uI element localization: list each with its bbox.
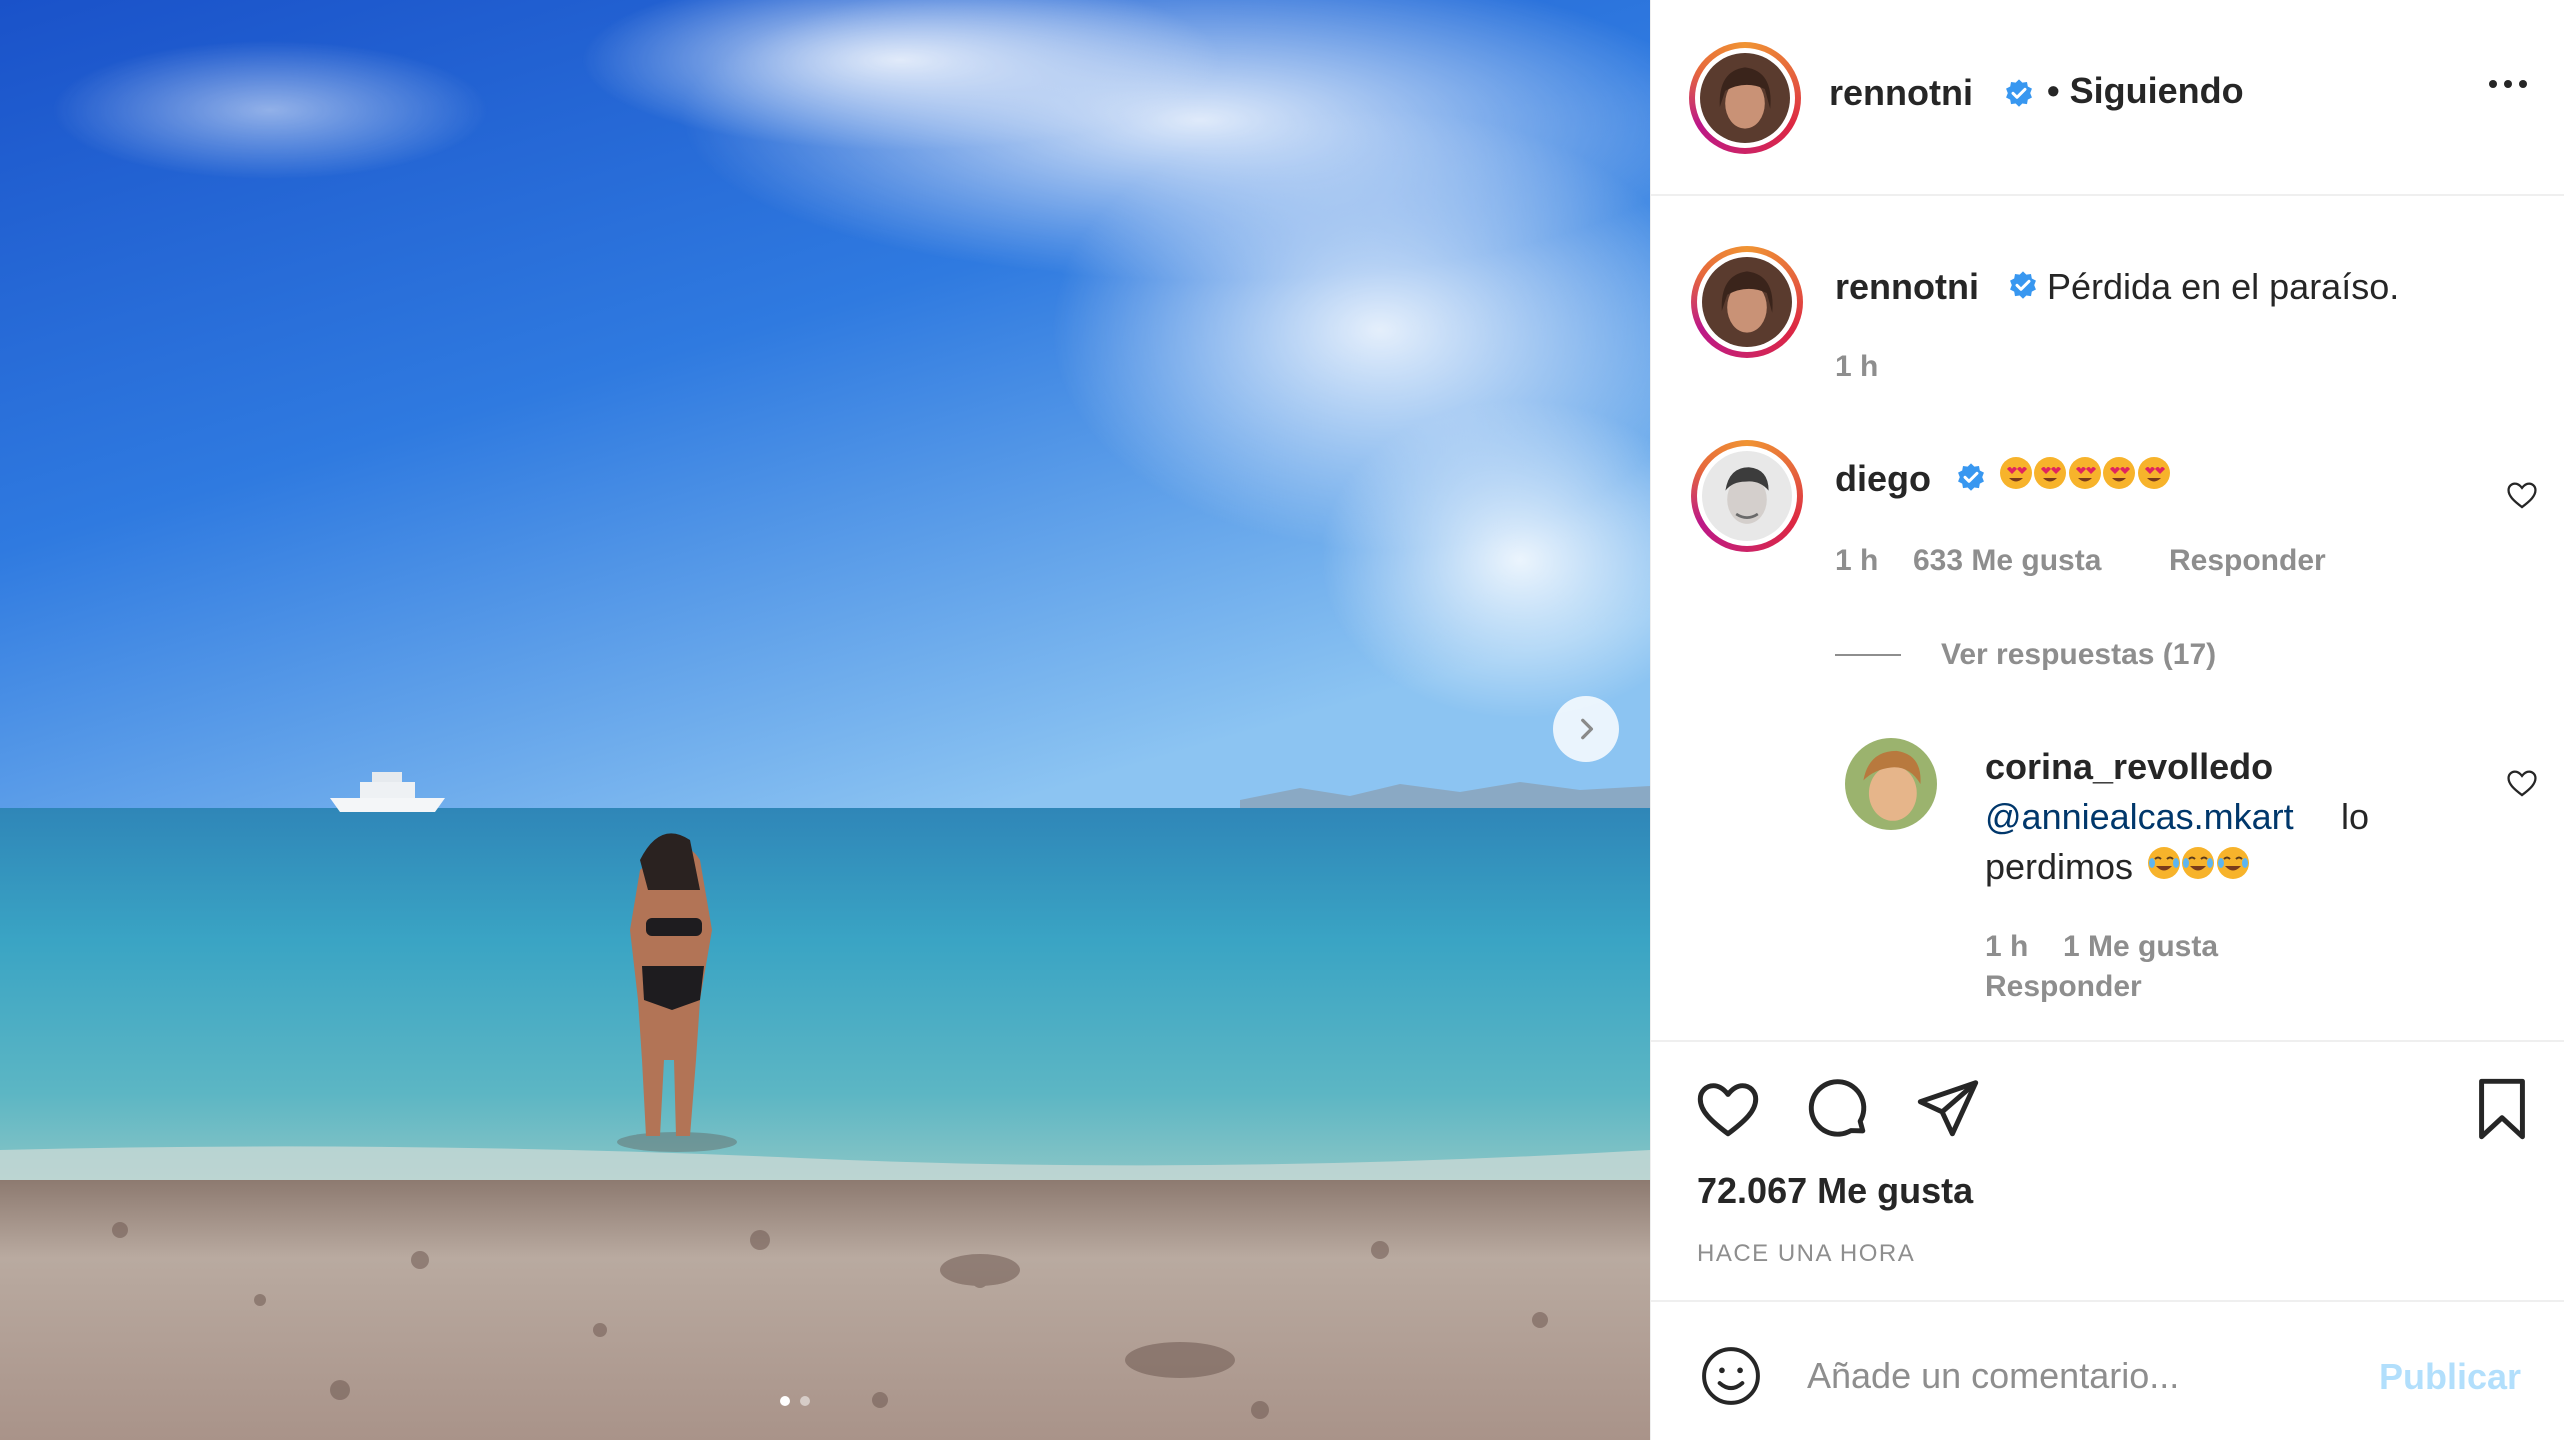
- heart-eyes-emoji: [2068, 457, 2101, 489]
- author-avatar-image: [1700, 53, 1790, 143]
- add-comment-input[interactable]: [1807, 1346, 2367, 1406]
- actions-divider: [1651, 1040, 2564, 1042]
- carousel-next-button[interactable]: [1553, 696, 1619, 762]
- reply-reply-button[interactable]: Responder: [1985, 970, 2142, 1004]
- comment-avatar-image: [1702, 451, 1792, 541]
- carousel-dot: [800, 1396, 810, 1406]
- bookmark-icon[interactable]: [2467, 1074, 2537, 1144]
- reply-avatar-image: [1845, 738, 1937, 830]
- heart-eyes-emoji: [2034, 457, 2067, 489]
- crying-laughing-emoji: [2216, 847, 2249, 879]
- verified-badge-icon: [2006, 79, 2032, 107]
- verified-badge-icon: [1958, 463, 1984, 491]
- comment-icon[interactable]: [1803, 1074, 1873, 1144]
- send-icon[interactable]: [1913, 1074, 1983, 1144]
- heart-eyes-emoji: [2000, 457, 2032, 489]
- reply-username[interactable]: corina_revolledo: [1985, 746, 2273, 788]
- chevron-right-icon: [1581, 718, 1594, 740]
- post-photo[interactable]: [0, 0, 1650, 1440]
- comment-emojis: [1999, 456, 2170, 490]
- author-username[interactable]: rennotni: [1829, 72, 1973, 114]
- reply-likes[interactable]: 1 Me gusta: [2063, 930, 2218, 964]
- heart-eyes-emoji: [2137, 457, 2170, 489]
- heart-icon[interactable]: [1693, 1074, 1763, 1144]
- crying-laughing-emoji: [2182, 847, 2215, 879]
- caption-text: Pérdida en el paraíso.: [2047, 266, 2400, 307]
- reply-like-heart-icon[interactable]: [2505, 766, 2539, 800]
- crying-laughing-emoji: [2148, 847, 2180, 879]
- comment-box-divider: [1651, 1300, 2564, 1302]
- reply-text-line2: perdimos: [1985, 846, 2134, 887]
- carousel-dot-active: [780, 1396, 790, 1406]
- caption-avatar[interactable]: [1691, 246, 1803, 358]
- caption-avatar-image: [1702, 257, 1792, 347]
- comment-like-heart-icon[interactable]: [2505, 478, 2539, 512]
- follow-status[interactable]: • Siguiendo: [2047, 70, 2244, 112]
- reply-emojis: [2147, 846, 2249, 880]
- comment-username[interactable]: diego: [1835, 458, 1931, 500]
- caption-time: 1 h: [1835, 350, 1879, 383]
- reply-mention-link[interactable]: @anniealcas.mkart: [1985, 796, 2294, 838]
- more-options-icon[interactable]: [2489, 80, 2527, 88]
- post-header: rennotni • Siguiendo: [1651, 0, 2564, 196]
- reply-text: lo: [2341, 796, 2370, 837]
- post-side-panel: rennotni • Siguiendo rennotni Pérdida en…: [1650, 0, 2564, 1440]
- post-likes-count[interactable]: 72.067 Me gusta: [1697, 1170, 1973, 1212]
- replies-divider-line: [1835, 654, 1901, 656]
- author-avatar[interactable]: [1689, 42, 1801, 154]
- heart-eyes-emoji: [2103, 457, 2136, 489]
- post-timestamp: HACE UNA HORA: [1697, 1240, 1916, 1267]
- comment-avatar[interactable]: [1691, 440, 1803, 552]
- view-replies-button[interactable]: Ver respuestas (17): [1941, 638, 2216, 672]
- reply-avatar[interactable]: [1845, 738, 1937, 830]
- comment-likes[interactable]: 633 Me gusta: [1913, 544, 2101, 578]
- carousel-indicator: [780, 1396, 810, 1406]
- beach-photo-image: [0, 0, 1650, 1440]
- comment-time: 1 h: [1835, 544, 1879, 577]
- verified-badge-icon: [2010, 271, 2036, 299]
- publish-button[interactable]: Publicar: [2379, 1356, 2521, 1398]
- caption-username[interactable]: rennotni: [1835, 266, 1979, 308]
- reply-time: 1 h: [1985, 930, 2029, 963]
- comment-reply-button[interactable]: Responder: [2169, 544, 2326, 578]
- smiley-icon[interactable]: [1697, 1342, 1765, 1410]
